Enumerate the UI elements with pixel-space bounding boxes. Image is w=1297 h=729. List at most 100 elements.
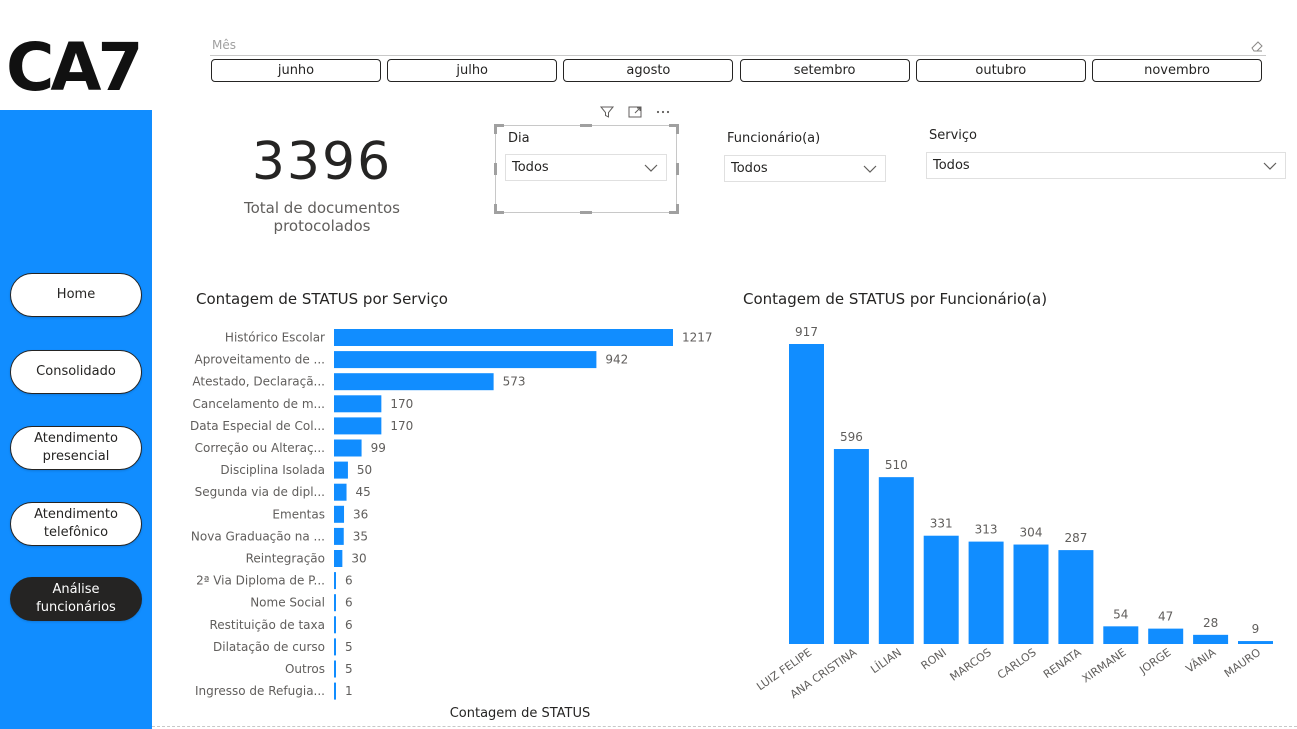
bar[interactable] <box>1148 628 1184 644</box>
data-label: 5 <box>345 662 353 676</box>
servico-dropdown[interactable]: Todos <box>926 152 1286 179</box>
bar[interactable] <box>789 344 824 644</box>
category-label: Outros <box>285 662 325 676</box>
data-label: 1217 <box>682 331 713 345</box>
category-label: LÍLIAN <box>868 646 904 676</box>
resize-handle[interactable] <box>494 163 497 175</box>
data-label: 6 <box>345 596 353 610</box>
nav-atendimento-telefonico-button[interactable]: Atendimento telefônico <box>10 502 142 546</box>
chart-servico-xlabel: Contagem de STATUS <box>449 706 591 721</box>
data-label: 596 <box>840 430 863 444</box>
sidebar: Home Consolidado Atendimento presencial … <box>0 110 152 729</box>
nav-home-button[interactable]: Home <box>10 273 142 317</box>
bar[interactable] <box>1058 550 1094 644</box>
nav-analise-funcionarios-button[interactable]: Análise funcionários <box>10 577 142 621</box>
nav-consolidado-button[interactable]: Consolidado <box>10 350 142 394</box>
category-label: Ementas <box>272 507 325 521</box>
focus-mode-icon[interactable] <box>627 104 643 120</box>
bar[interactable] <box>334 505 345 523</box>
resize-handle[interactable] <box>676 124 679 134</box>
category-label: MAURO <box>1222 646 1264 681</box>
servico-slicer-title: Serviço <box>929 128 978 143</box>
bar[interactable] <box>334 660 336 678</box>
bar[interactable] <box>334 550 343 567</box>
bar[interactable] <box>833 449 869 644</box>
bar[interactable] <box>1013 544 1049 644</box>
funcionario-slicer-title: Funcionário(a) <box>727 131 821 146</box>
bar[interactable] <box>334 461 348 479</box>
bar[interactable] <box>1193 634 1229 644</box>
bar[interactable] <box>334 483 347 501</box>
chart-servico: Histórico Escolar 1217 Aproveitamento de .… <box>190 329 713 700</box>
data-label: 573 <box>503 375 526 389</box>
resize-handle[interactable] <box>676 204 679 214</box>
bar[interactable] <box>334 572 336 590</box>
data-label: 5 <box>345 640 353 654</box>
month-option-agosto[interactable]: agosto <box>563 59 734 82</box>
data-label: 170 <box>390 397 413 411</box>
category-label: Dilatação de curso <box>213 640 325 654</box>
bar[interactable] <box>334 329 673 346</box>
data-label: 331 <box>930 517 953 531</box>
data-label: 36 <box>353 507 368 521</box>
bar[interactable] <box>334 616 336 634</box>
category-label: Ingresso de Refugia... <box>195 684 325 698</box>
data-label: 917 <box>795 325 818 339</box>
bar[interactable] <box>334 351 597 369</box>
data-label: 510 <box>885 458 908 472</box>
dia-dropdown[interactable]: Todos <box>505 154 667 181</box>
category-label: Atestado, Declaraçã... <box>192 375 325 389</box>
category-label: Disciplina Isolada <box>220 463 325 477</box>
eraser-icon[interactable] <box>1250 38 1264 52</box>
category-label: Restituição de taxa <box>209 618 325 632</box>
bar[interactable] <box>923 535 959 644</box>
bar[interactable] <box>334 594 336 612</box>
data-label: 28 <box>1203 616 1218 630</box>
category-label: 2ª Via Diploma de P... <box>196 574 325 588</box>
month-slicer-label: Mês <box>212 38 236 52</box>
resize-handle[interactable] <box>580 124 592 127</box>
nav-atendimento-presencial-button[interactable]: Atendimento presencial <box>10 426 142 470</box>
resize-handle[interactable] <box>580 211 592 214</box>
more-options-icon[interactable] <box>655 104 671 120</box>
resize-handle[interactable] <box>494 124 497 134</box>
funcionario-dropdown[interactable]: Todos <box>724 155 886 182</box>
data-label: 1 <box>345 684 353 698</box>
canvas-bottom-border <box>152 726 1297 727</box>
chart-funcionario: 917LUIZ FELIPE596ANA CRISTINA510LÍLIAN33… <box>754 325 1273 701</box>
data-label: 99 <box>371 441 386 455</box>
month-option-outubro[interactable]: outubro <box>915 59 1086 82</box>
bar[interactable] <box>334 395 382 413</box>
bar[interactable] <box>1238 641 1273 644</box>
bar[interactable] <box>878 477 914 644</box>
category-label: Nova Graduação na ... <box>191 529 325 543</box>
chevron-down-icon <box>863 165 877 173</box>
month-option-setembro[interactable]: setembro <box>739 59 910 82</box>
data-label: 304 <box>1020 526 1043 540</box>
resize-handle[interactable] <box>494 204 497 214</box>
category-label: Reintegração <box>246 552 325 566</box>
bar[interactable] <box>1103 626 1139 644</box>
month-option-novembro[interactable]: novembro <box>1092 59 1262 82</box>
data-label: 942 <box>605 353 628 367</box>
chart-funcionario-title: Contagem de STATUS por Funcionário(a) <box>743 290 1048 308</box>
data-label: 170 <box>390 419 413 433</box>
bar[interactable] <box>334 373 494 391</box>
category-label: Data Especial de Col... <box>190 419 325 433</box>
bar[interactable] <box>334 527 344 545</box>
funcionario-dropdown-value: Todos <box>731 161 768 176</box>
resize-handle[interactable] <box>676 163 679 175</box>
bar[interactable] <box>334 638 336 656</box>
category-label: RONI <box>919 646 949 673</box>
bar[interactable] <box>968 541 1004 644</box>
bar[interactable] <box>334 439 362 457</box>
category-label: Correção ou Alteraç... <box>195 441 325 455</box>
data-label: 50 <box>357 463 372 477</box>
dia-slicer-title: Dia <box>508 131 530 146</box>
bar[interactable] <box>334 682 336 700</box>
month-option-julho[interactable]: julho <box>387 59 558 82</box>
data-label: 47 <box>1158 610 1173 624</box>
filter-icon[interactable] <box>599 104 615 120</box>
bar[interactable] <box>334 417 382 435</box>
month-option-junho[interactable]: junho <box>211 59 381 82</box>
